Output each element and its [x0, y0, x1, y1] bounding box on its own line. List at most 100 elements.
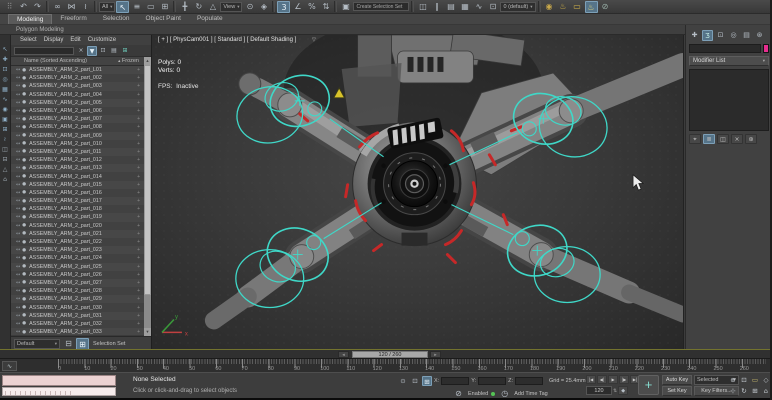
zoom-extents-icon[interactable]: ▭ [750, 375, 760, 385]
table-row[interactable]: ↔ ● ASSEMBLY_ARM_2_part_018 + [11, 205, 151, 214]
selection-filter-dropdown[interactable]: All ▾ [99, 1, 116, 12]
rendered-frame-window-icon[interactable]: ▭ [571, 1, 584, 13]
modifier-stack[interactable] [689, 69, 769, 131]
explorer-cameras-icon[interactable]: ▣ [1, 115, 10, 124]
mirror-icon[interactable]: ◫ [416, 1, 429, 13]
frozen-toggle-icon[interactable]: + [137, 190, 140, 196]
frozen-toggle-icon[interactable]: + [137, 214, 140, 220]
x-field[interactable] [441, 377, 470, 385]
frozen-column-header[interactable]: ▴ Frozen [118, 58, 139, 64]
table-row[interactable]: ↔ ● ASSEMBLY_ARM_2_part_002 + [11, 74, 151, 83]
frozen-toggle-icon[interactable]: + [137, 116, 140, 122]
spinner-snap-icon[interactable]: ⇅ [319, 1, 332, 13]
table-row[interactable]: ↔ ● ASSEMBLY_ARM_2_part_031 + [11, 311, 151, 320]
table-row[interactable]: ↔ ● ASSEMBLY_ARM_2_part_030 + [11, 303, 151, 312]
curve-editor-icon[interactable]: ∿ [472, 1, 485, 13]
explorer-select-icon[interactable]: ↖ [1, 45, 10, 54]
explorer-bones-icon[interactable]: △ [1, 165, 10, 174]
edit-named-sets-icon[interactable]: ▣ [339, 1, 352, 13]
table-row[interactable]: ↔ ● ASSEMBLY_ARM_2_part_005 + [11, 98, 151, 107]
table-row[interactable]: ↔ ● ASSEMBLY_ARM_2_part_011 + [11, 147, 151, 157]
table-row[interactable]: ↔ ● ASSEMBLY_ARM_2_part_033 + [11, 328, 151, 335]
explorer-groups-icon[interactable]: ◫ [1, 145, 10, 154]
table-row[interactable]: ↔ ● ASSEMBLY_ARM_2_part_020 + [11, 221, 151, 230]
frozen-toggle-icon[interactable]: + [137, 133, 140, 139]
listener-macro-line[interactable] [2, 375, 116, 386]
layer-manager-icon[interactable]: ▤ [444, 1, 457, 13]
clear-search-icon[interactable]: × [76, 46, 86, 56]
toggle-ribbon-icon[interactable]: ▦ [458, 1, 471, 13]
frozen-toggle-icon[interactable]: + [137, 296, 140, 302]
maximize-viewport-icon[interactable]: ⊞ [750, 386, 760, 396]
table-row[interactable]: ↔ ● ASSEMBLY_ARM_2_part_010 + [11, 139, 151, 148]
window-crossing-icon[interactable]: ⊞ [158, 1, 171, 13]
modifier-list-dropdown[interactable]: Modifier List ▾ [689, 56, 769, 66]
frozen-toggle-icon[interactable]: + [137, 165, 140, 171]
viewport-label[interactable]: [ + ] [ PhysCam001 ] [ Standard ] [ Defa… [158, 37, 296, 43]
frozen-toggle-icon[interactable]: + [137, 313, 140, 319]
table-row[interactable]: ↔ ● ASSEMBLY_ARM_2_part_012 + [11, 156, 151, 165]
table-row[interactable]: ↔ ● ASSEMBLY_ARM_2_part_015 + [11, 180, 151, 189]
sync-selection-icon[interactable]: ▤ [109, 46, 119, 56]
select-by-name-icon[interactable]: ≡ [130, 1, 143, 13]
explorer-pin-icon[interactable]: ◎ [1, 75, 10, 84]
menu-display[interactable]: Display [44, 37, 64, 43]
next-frame-button[interactable]: |▶ [619, 375, 629, 384]
frozen-toggle-icon[interactable]: + [137, 75, 140, 81]
y-field[interactable] [478, 377, 507, 385]
delete-set-icon[interactable]: ⊟ [62, 338, 75, 350]
object-name-field[interactable] [689, 44, 761, 53]
explorer-containers-icon[interactable]: ⌂ [1, 175, 10, 184]
select-rotate-icon[interactable]: ↻ [192, 1, 205, 13]
mini-curve-editor-button[interactable]: ∿ [2, 361, 17, 371]
lock-explorer-icon[interactable]: ⊡ [98, 46, 108, 56]
table-row[interactable]: ↔ ● ASSEMBLY_ARM_2_part_022 + [11, 237, 151, 247]
render-production-icon[interactable]: ♨ [584, 0, 598, 13]
selection-set-dropdown[interactable]: Default ▾ [14, 338, 60, 349]
use-center-icon[interactable]: ⊙ [243, 1, 256, 13]
set-key-button[interactable]: Set Key [662, 386, 692, 396]
previous-frame-button[interactable]: ◀| [597, 375, 607, 384]
ribbon-tab-selection[interactable]: Selection [95, 14, 138, 24]
add-time-tag-label[interactable]: Add Time Tag [514, 391, 548, 397]
frozen-toggle-icon[interactable]: + [137, 92, 140, 98]
named-selection-set-field[interactable] [353, 2, 410, 11]
render-setup-icon[interactable]: ♨ [557, 1, 570, 13]
frozen-toggle-icon[interactable]: + [137, 124, 140, 130]
frozen-toggle-icon[interactable]: + [137, 206, 140, 212]
scroll-down-icon[interactable]: ▼ [144, 328, 151, 336]
table-row[interactable]: ↔ ● ASSEMBLY_ARM_2_part_003 + [11, 82, 151, 91]
table-row[interactable]: ↔ ● ASSEMBLY_ARM_2_part_032 + [11, 319, 151, 328]
table-row[interactable]: ↔ ● ASSEMBLY_ARM_2_part_021 + [11, 229, 151, 238]
time-slider-handle[interactable]: 120 / 260 [352, 351, 428, 358]
name-column-header[interactable]: Name (Sorted Ascending) [24, 58, 87, 64]
table-row[interactable]: ↔ ● ASSEMBLY_ARM_2_part_027 + [11, 278, 151, 288]
table-row[interactable]: ↔ ● ASSEMBLY_ARM_2_part_016 + [11, 188, 151, 197]
frozen-toggle-icon[interactable]: + [137, 67, 140, 73]
show-end-result-icon[interactable]: ≣ [703, 134, 715, 144]
frozen-toggle-icon[interactable]: + [137, 174, 140, 180]
play-button[interactable]: ▶ [608, 375, 618, 384]
frozen-toggle-icon[interactable]: + [137, 157, 140, 163]
table-row[interactable]: ↔ ● ASSEMBLY_ARM_2_part_028 + [11, 287, 151, 296]
select-move-icon[interactable]: ╋ [178, 1, 191, 13]
frozen-toggle-icon[interactable]: + [137, 329, 140, 335]
frozen-toggle-icon[interactable]: + [137, 288, 140, 294]
table-row[interactable]: ↔ ● ASSEMBLY_ARM_2_part_014 + [11, 172, 151, 181]
bind-to-spacewarp-icon[interactable]: ≀ [79, 1, 92, 13]
auto-key-button[interactable]: Auto Key [662, 375, 692, 385]
explorer-geometry-icon[interactable]: ▦ [1, 85, 10, 94]
viewport-filter-icon[interactable]: ▽ [312, 37, 316, 43]
select-and-link-icon[interactable]: ∞ [51, 1, 64, 13]
modify-tab-icon[interactable]: Ʒ [702, 30, 713, 41]
menu-edit[interactable]: Edit [70, 37, 80, 43]
table-row[interactable]: ↔ ● ASSEMBLY_ARM_2_part_004 + [11, 90, 151, 99]
selection-lock-icon[interactable]: ⊡ [410, 376, 420, 386]
explorer-helpers-icon[interactable]: ⊞ [1, 125, 10, 134]
table-row[interactable]: ↔ ● ASSEMBLY_ARM_2_part_007 + [11, 115, 151, 124]
plus-button[interactable]: + [638, 375, 659, 395]
explorer-spacewarps-icon[interactable]: ≀ [1, 135, 10, 144]
frozen-toggle-icon[interactable]: + [137, 100, 140, 106]
camera-viewport[interactable]: [ + ] [ PhysCam001 ] [ Standard ] [ Defa… [152, 35, 684, 349]
motion-tab-icon[interactable]: ◎ [728, 30, 739, 41]
